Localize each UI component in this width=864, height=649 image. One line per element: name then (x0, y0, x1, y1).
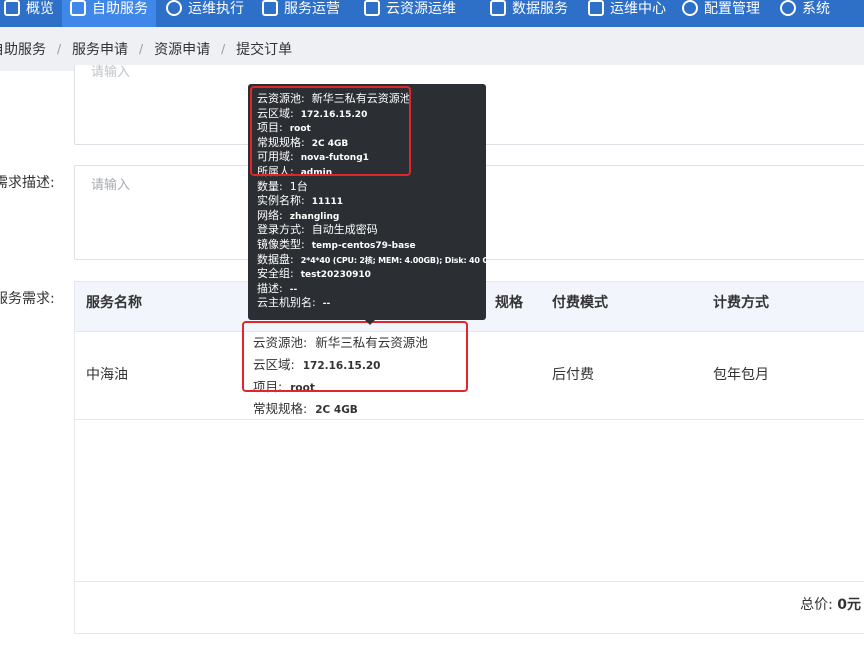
tooltip-line: 描述: -- (257, 281, 298, 295)
system-icon (780, 0, 796, 16)
nav-item-self-service[interactable]: 自助服务 (62, 0, 156, 27)
top-nav: 概览 自助服务 运维执行 服务运营 云资源运维 数据服务 运维中心 配置管理 系… (0, 0, 864, 27)
total-price: 总价: 0元 (800, 594, 861, 614)
home-icon (4, 0, 20, 16)
total-value: 0元 (837, 597, 861, 613)
tooltip-line: 数据盘: 2*4*40 (CPU: 2核; MEM: 4.00GB); Disk:… (257, 252, 486, 266)
self-service-icon (70, 0, 86, 16)
nav-item-cloud[interactable]: 云资源运维 (364, 0, 456, 27)
tooltip-line: 实例名称: 11111 (257, 194, 344, 208)
config-icon (682, 0, 698, 16)
breadcrumb-separator: / (57, 42, 62, 56)
breadcrumb-resource-apply[interactable]: 资源申请 (152, 39, 212, 59)
breadcrumb-separator: / (139, 42, 144, 56)
data-icon (490, 0, 506, 16)
service-label: 服务需求: (0, 291, 55, 307)
nav-item-config[interactable]: 配置管理 (682, 0, 760, 27)
breadcrumb-self-service[interactable]: 自助服务 (0, 39, 48, 59)
breadcrumb-separator: / (221, 42, 226, 56)
tooltip-line: 登录方式: 自动生成密码 (257, 223, 378, 237)
nav-item-overview[interactable]: 概览 (4, 0, 54, 27)
header-billing: 计费方式 (713, 295, 769, 311)
tooltip-line: 数量: 1台 (257, 179, 308, 193)
remark-placeholder: 请输入 (91, 65, 131, 80)
desc-placeholder: 请输入 (91, 178, 131, 193)
spec-line: 常规规格: 2C 4GB (253, 401, 358, 416)
nav-item-ops[interactable]: 运维执行 (166, 0, 244, 27)
billing-cell: 包年包月 (713, 367, 769, 383)
nav-item-center[interactable]: 运维中心 (588, 0, 666, 27)
operation-icon (262, 0, 278, 16)
highlight-box-tooltip (250, 86, 411, 176)
highlight-box-table (242, 321, 468, 392)
nav-item-data[interactable]: 数据服务 (490, 0, 568, 27)
total-label: 总价: (800, 597, 833, 613)
desc-label: 需求描述: (0, 175, 55, 191)
nav-item-operation[interactable]: 服务运营 (262, 0, 340, 27)
tooltip-line: 云主机别名: -- (257, 296, 331, 310)
tooltip-line: 网络: zhangling (257, 208, 340, 222)
ops-icon (166, 0, 182, 16)
nav-item-system[interactable]: 系统 (780, 0, 830, 27)
pay-mode-cell: 后付费 (552, 367, 594, 383)
tooltip-arrow (364, 319, 376, 325)
service-table: 服务名称 规格 付费模式 计费方式 中海油 云资源池: 新华三私有云资源池 云区域… (74, 281, 864, 634)
header-spec: 规格 (495, 295, 523, 311)
service-name-cell: 中海油 (86, 367, 128, 383)
breadcrumb-submit-order: 提交订单 (234, 39, 295, 72)
center-icon (588, 0, 604, 16)
header-pay-mode: 付费模式 (552, 295, 608, 311)
tooltip-line: 镜像类型: temp-centos79-base (257, 237, 416, 251)
cloud-icon (364, 0, 380, 16)
table-row: 中海油 云资源池: 新华三私有云资源池 云区域: 172.16.15.20 项目: r… (75, 332, 864, 420)
breadcrumb-service-apply[interactable]: 服务申请 (70, 39, 130, 59)
header-service-name: 服务名称 (86, 295, 142, 311)
tooltip-line: 安全组: test20230910 (257, 267, 371, 281)
table-footer-divider (75, 581, 864, 582)
